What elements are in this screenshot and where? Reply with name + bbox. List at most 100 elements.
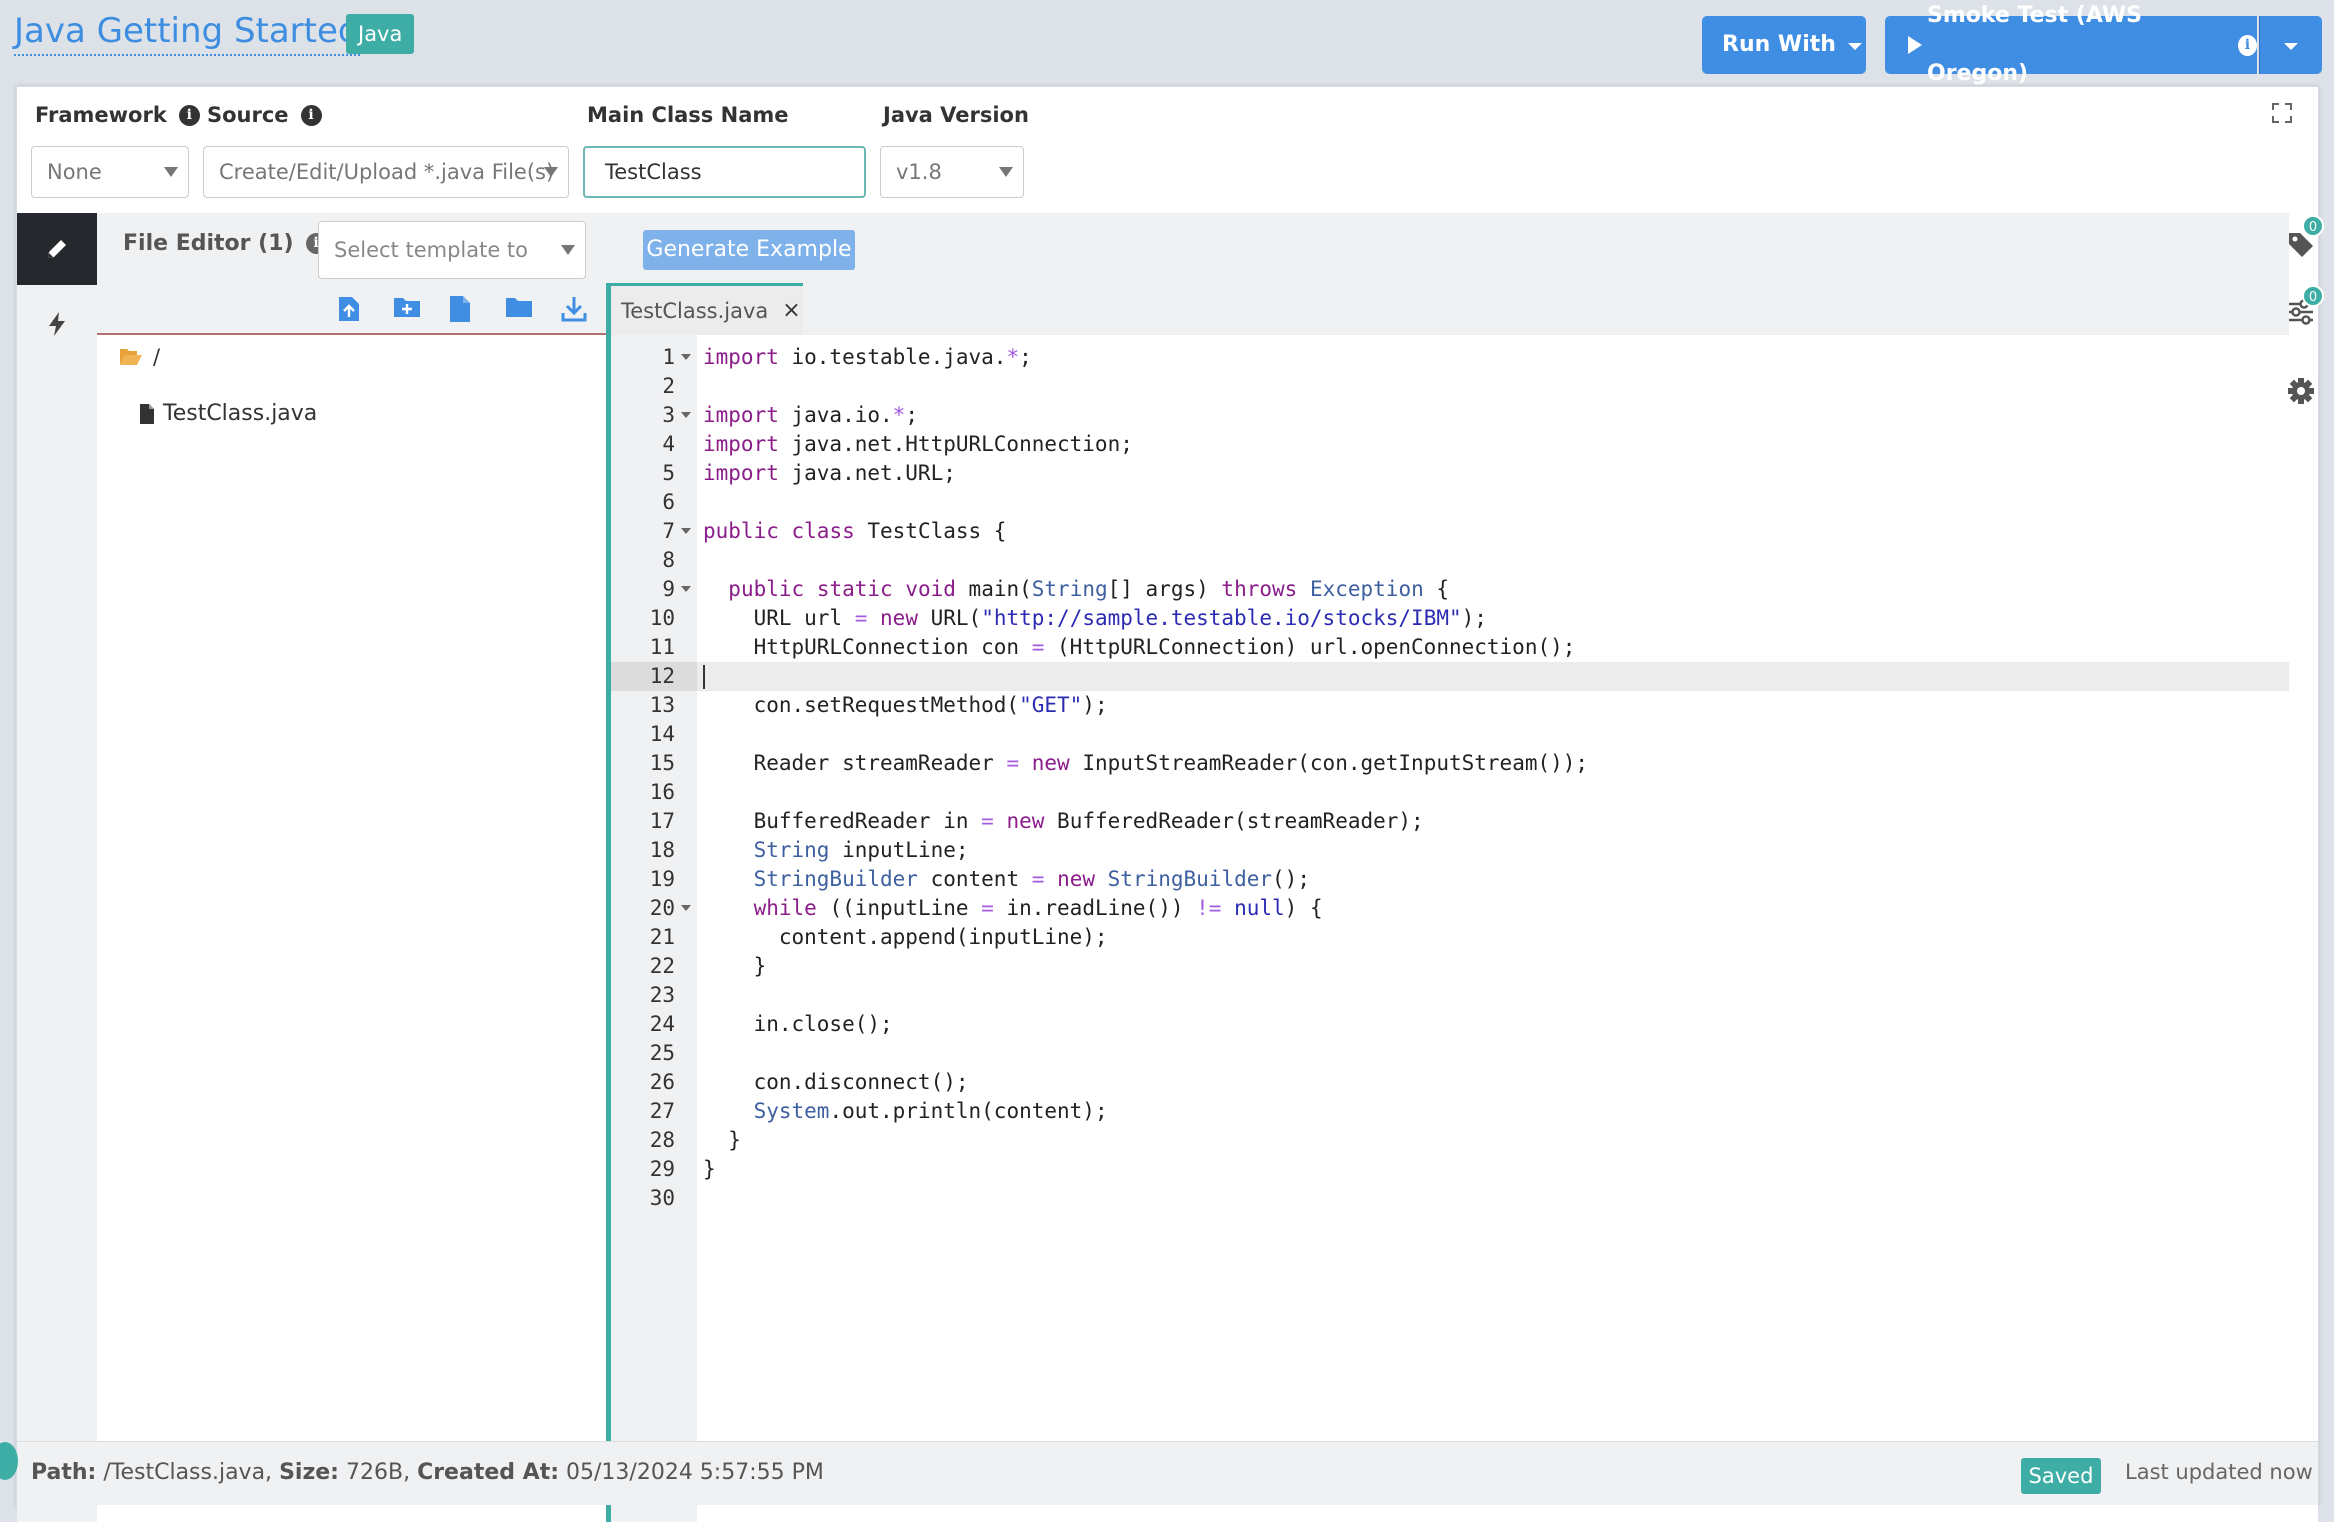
tab-testclass-java[interactable]: TestClass.java × bbox=[611, 283, 803, 335]
line-number: 3 bbox=[611, 401, 697, 430]
actions-tab[interactable] bbox=[17, 299, 97, 349]
fullscreen-icon[interactable] bbox=[2272, 103, 2292, 123]
line-number: 27 bbox=[649, 1099, 675, 1123]
code-line[interactable]: con.disconnect(); bbox=[697, 1068, 2289, 1097]
code-line[interactable]: con.setRequestMethod("GET"); bbox=[697, 691, 2289, 720]
line-number: 17 bbox=[649, 809, 675, 833]
code-line[interactable]: } bbox=[697, 952, 2289, 981]
info-icon[interactable]: i bbox=[178, 104, 200, 126]
fold-toggle-icon[interactable] bbox=[681, 905, 691, 911]
tag-icon[interactable] bbox=[2287, 231, 2327, 271]
code-line[interactable]: String inputLine; bbox=[697, 836, 2289, 865]
line-number: 2 bbox=[662, 374, 675, 398]
code-line[interactable]: } bbox=[697, 1155, 2289, 1184]
code-line[interactable] bbox=[697, 662, 2289, 691]
generate-example-button[interactable]: Generate Example bbox=[643, 230, 855, 270]
code-line[interactable] bbox=[697, 1039, 2289, 1068]
line-number: 21 bbox=[649, 925, 675, 949]
template-select[interactable]: Select template to insert... bbox=[318, 221, 586, 318]
page-title[interactable]: Java Getting Started bbox=[14, 10, 360, 56]
status-bar: Path: /TestClass.java, Size: 726B, Creat… bbox=[17, 1441, 2318, 1505]
text-cursor bbox=[703, 665, 705, 689]
line-number: 26 bbox=[649, 1070, 675, 1094]
code-line[interactable]: HttpURLConnection con = (HttpURLConnecti… bbox=[697, 633, 2289, 662]
info-icon[interactable]: i bbox=[300, 104, 322, 126]
smoke-test-dropdown-button[interactable] bbox=[2259, 16, 2322, 74]
framework-select[interactable]: None bbox=[31, 146, 189, 198]
code-line[interactable]: Reader streamReader = new InputStreamRea… bbox=[697, 749, 2289, 778]
folder-icon[interactable] bbox=[505, 295, 533, 323]
line-number: 13 bbox=[649, 693, 675, 717]
run-with-button[interactable]: Run With bbox=[1702, 16, 1866, 74]
code-line[interactable]: import java.net.URL; bbox=[697, 459, 2289, 488]
line-number: 19 bbox=[649, 867, 675, 891]
new-folder-icon[interactable] bbox=[393, 295, 421, 323]
fold-toggle-icon[interactable] bbox=[681, 528, 691, 534]
line-number: 11 bbox=[649, 635, 675, 659]
code-line[interactable] bbox=[697, 981, 2289, 1010]
new-file-icon[interactable] bbox=[449, 295, 477, 323]
close-icon[interactable]: × bbox=[782, 298, 800, 323]
upload-file-icon[interactable] bbox=[337, 295, 365, 323]
line-number: 12 bbox=[611, 662, 697, 691]
code-line[interactable]: System.out.println(content); bbox=[697, 1097, 2289, 1126]
code-line[interactable] bbox=[697, 372, 2289, 401]
fold-toggle-icon[interactable] bbox=[681, 412, 691, 418]
line-number: 9 bbox=[611, 575, 697, 604]
code-line[interactable]: public class TestClass { bbox=[697, 517, 2289, 546]
line-number: 30 bbox=[649, 1186, 675, 1210]
saved-badge: Saved bbox=[2021, 1458, 2101, 1494]
tree-root-folder[interactable]: / bbox=[119, 345, 160, 369]
info-icon: i bbox=[2237, 34, 2257, 56]
run-with-label: Run With bbox=[1722, 32, 1836, 57]
source-value: Create/Edit/Upload *.java File(s) bbox=[219, 160, 555, 184]
code-line[interactable]: content.append(inputLine); bbox=[697, 923, 2289, 952]
line-number: 5 bbox=[662, 461, 675, 485]
download-icon[interactable] bbox=[561, 295, 589, 323]
code-line[interactable]: URL url = new URL("http://sample.testabl… bbox=[697, 604, 2289, 633]
smoke-test-button[interactable]: Smoke Test (AWS Oregon) i bbox=[1885, 3, 2257, 86]
code-line[interactable]: import java.net.HttpURLConnection; bbox=[697, 430, 2289, 459]
line-number: 10 bbox=[649, 606, 675, 630]
code-line[interactable]: public static void main(String[] args) t… bbox=[697, 575, 2289, 604]
main-panel: Framework i None Source i Create/Edit/Up… bbox=[16, 86, 2324, 1522]
code-line[interactable]: while ((inputLine = in.readLine()) != nu… bbox=[697, 894, 2289, 923]
code-text-area[interactable]: import io.testable.java.*; import java.io… bbox=[697, 335, 2289, 1522]
line-number: 23 bbox=[649, 983, 675, 1007]
code-line[interactable] bbox=[697, 546, 2289, 575]
size-value: 726B, bbox=[345, 1460, 411, 1485]
code-line[interactable] bbox=[697, 488, 2289, 517]
framework-label: Framework bbox=[35, 103, 167, 127]
path-label: Path: bbox=[31, 1460, 97, 1485]
chevron-down-icon bbox=[1847, 42, 1862, 50]
source-select[interactable]: Create/Edit/Upload *.java File(s) bbox=[203, 146, 569, 198]
fold-toggle-icon[interactable] bbox=[681, 354, 691, 360]
code-line[interactable]: import io.testable.java.*; bbox=[697, 343, 2289, 372]
java-version-select[interactable]: v1.8 bbox=[880, 146, 1024, 198]
chevron-down-icon bbox=[999, 167, 1013, 177]
play-icon bbox=[1907, 35, 1923, 55]
code-line[interactable] bbox=[697, 720, 2289, 749]
code-line[interactable]: StringBuilder content = new StringBuilde… bbox=[697, 865, 2289, 894]
language-badge: Java bbox=[346, 14, 415, 54]
code-line[interactable]: BufferedReader in = new BufferedReader(s… bbox=[697, 807, 2289, 836]
code-line[interactable] bbox=[697, 1184, 2289, 1213]
code-line[interactable]: in.close(); bbox=[697, 1010, 2289, 1039]
main-class-input[interactable]: TestClass bbox=[583, 146, 866, 198]
main-class-label: Main Class Name bbox=[587, 103, 789, 127]
fold-toggle-icon[interactable] bbox=[681, 586, 691, 592]
framework-value: None bbox=[47, 160, 102, 184]
code-line[interactable] bbox=[697, 778, 2289, 807]
gear-icon[interactable] bbox=[2287, 377, 2327, 417]
code-editor: TestClass.java × 1 2 3 4 5 6 7 8 9 10 11 12 13 14 15 16… bbox=[611, 283, 2289, 1522]
pencil-icon bbox=[44, 236, 70, 262]
line-number: 22 bbox=[649, 954, 675, 978]
tree-file-item[interactable]: TestClass.java bbox=[139, 401, 317, 426]
code-line[interactable]: } bbox=[697, 1126, 2289, 1155]
editor-mode-tab[interactable] bbox=[17, 213, 97, 285]
line-number: 15 bbox=[649, 751, 675, 775]
code-line[interactable]: import java.io.*; bbox=[697, 401, 2289, 430]
line-number: 29 bbox=[649, 1157, 675, 1181]
path-value: /TestClass.java, bbox=[103, 1460, 273, 1485]
line-number: 25 bbox=[649, 1041, 675, 1065]
